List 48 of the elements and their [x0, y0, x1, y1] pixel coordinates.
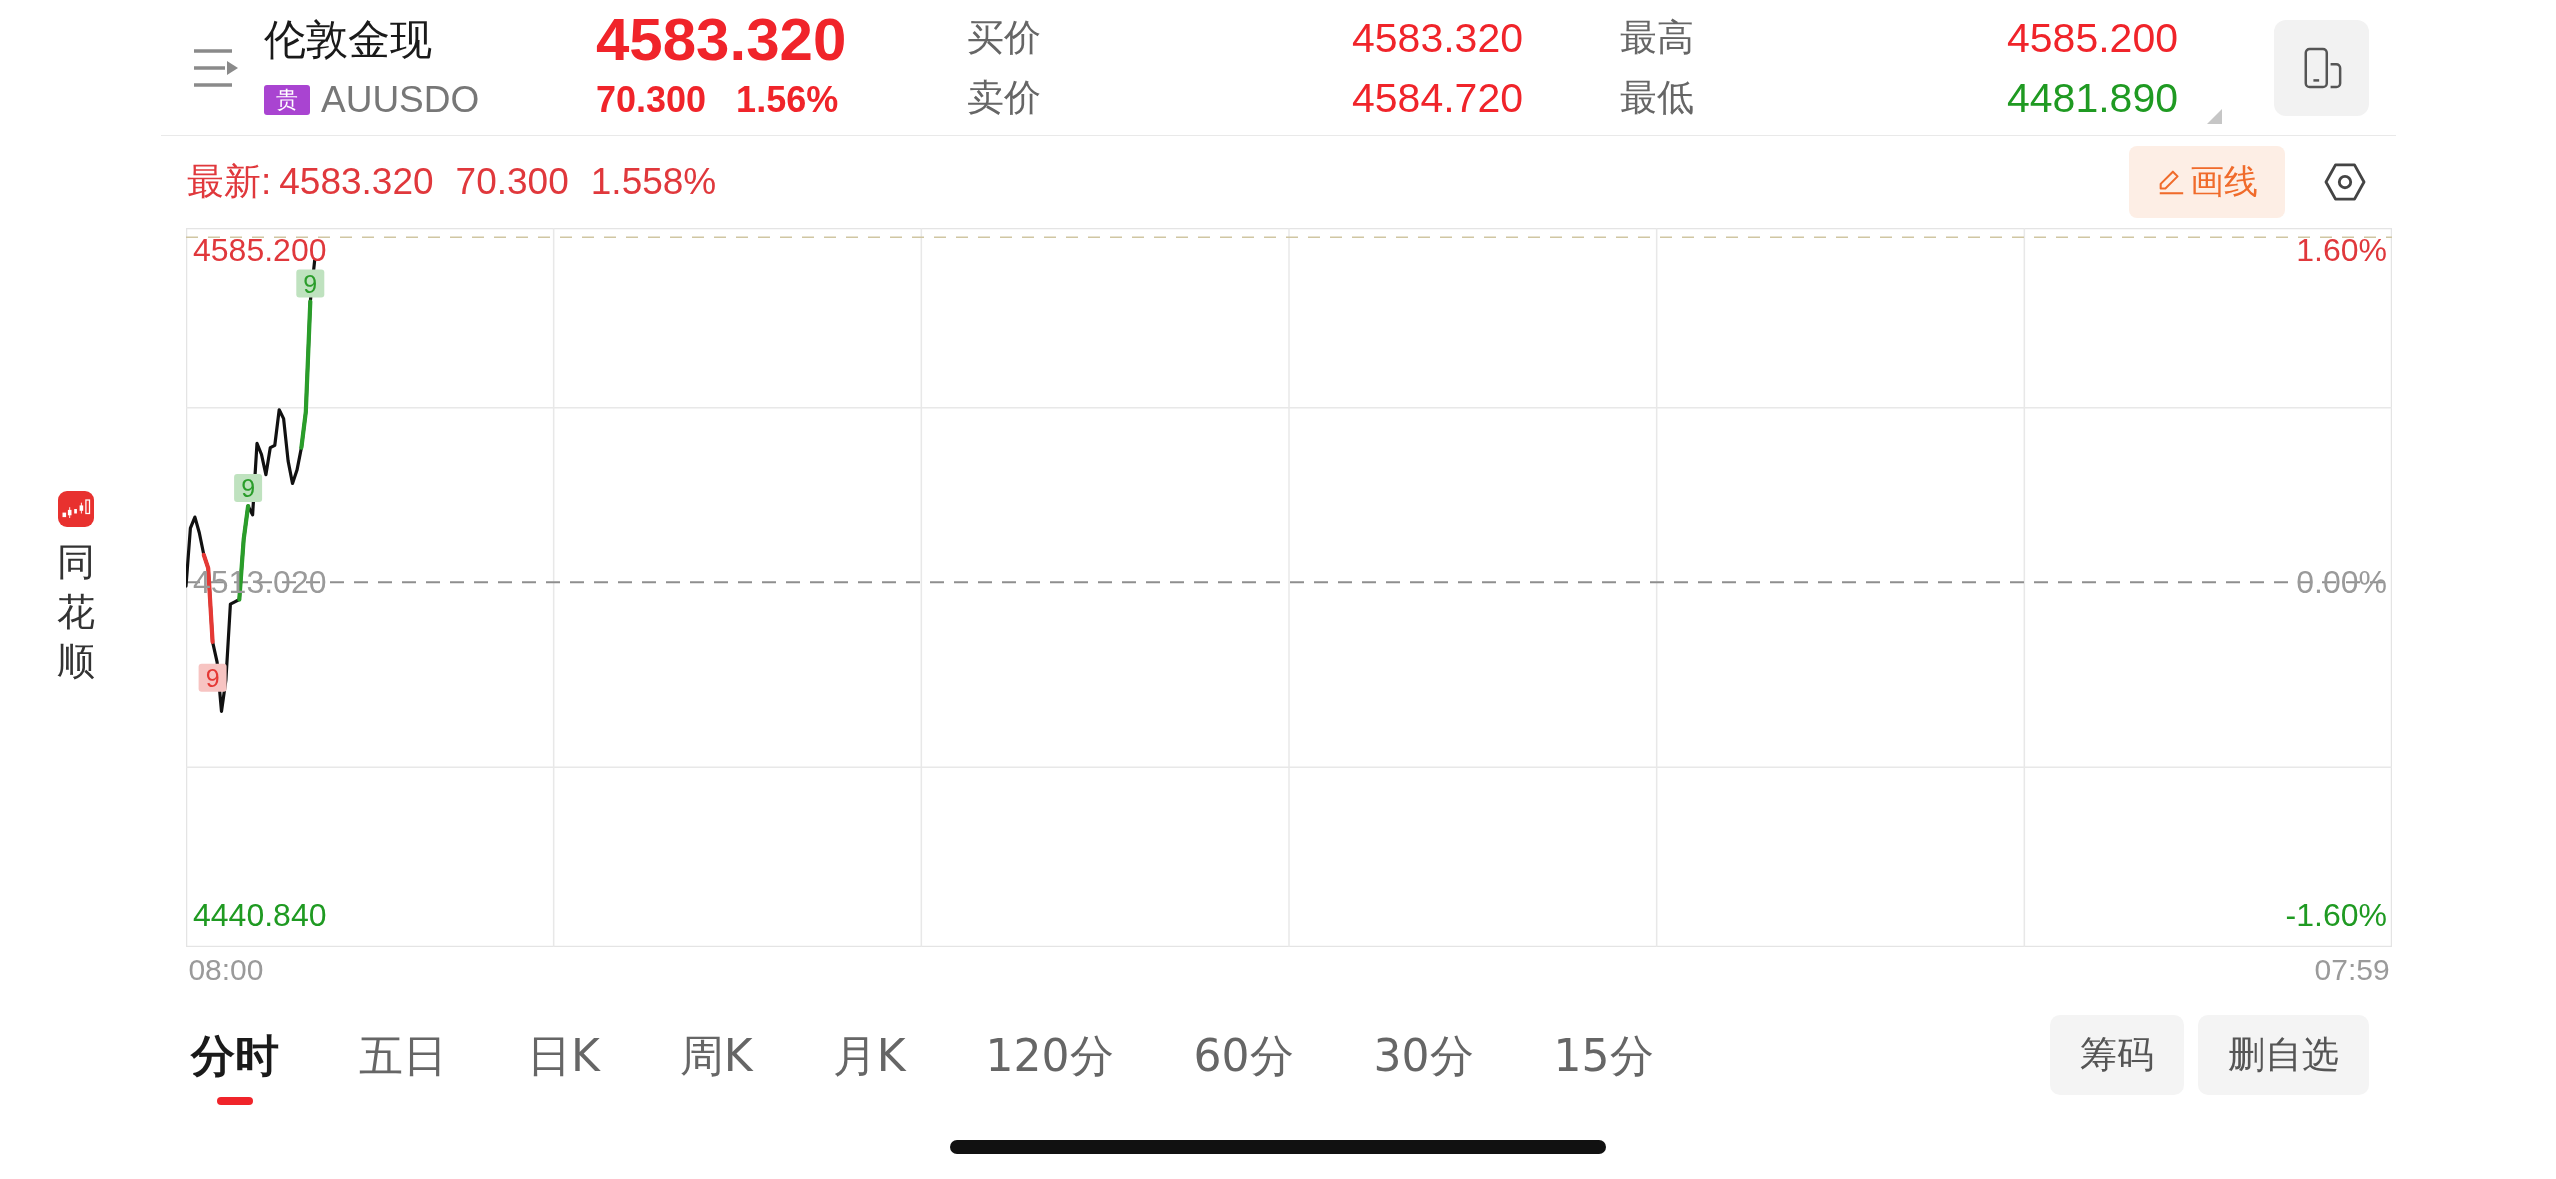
- instrument-name: 伦敦金现: [264, 15, 432, 65]
- annotation: 9: [303, 269, 318, 298]
- brand-name: 同花顺: [56, 540, 95, 685]
- rotate-screen-button[interactable]: [2274, 20, 2369, 116]
- time-axis-label: 08:00: [188, 953, 264, 987]
- latest-value: 1.558%: [590, 161, 717, 203]
- period-tab[interactable]: 15分: [1553, 1030, 1654, 1082]
- percent-axis-label: -1.60%: [2285, 896, 2387, 933]
- action-button[interactable]: 删自选: [2198, 1015, 2369, 1095]
- quote-label: 最高: [1620, 16, 1694, 60]
- signal-marker: 9: [198, 663, 227, 692]
- quote-value: 4583.320: [1352, 14, 1523, 62]
- quote-label: 卖价: [967, 76, 1041, 120]
- percent-axis-label: 1.60%: [2296, 232, 2387, 269]
- latest-value: 4583.320: [279, 161, 434, 203]
- action-button[interactable]: 筹码: [2050, 1015, 2184, 1095]
- price-axis-label: 4440.840: [193, 896, 327, 933]
- signal-marker: 9: [234, 474, 263, 502]
- instrument-code: AUUSDO: [321, 79, 480, 121]
- category-badge: 贵: [264, 85, 310, 115]
- quote-label: 最低: [1620, 76, 1694, 120]
- price-change: 70.300: [596, 79, 707, 121]
- tab-underline: [217, 1097, 253, 1105]
- signal-marker: 9: [296, 269, 325, 298]
- period-tab[interactable]: 日K: [527, 1030, 600, 1082]
- time-axis-label: 07:59: [2314, 953, 2390, 987]
- annotation: 9: [205, 663, 220, 692]
- period-tab[interactable]: 30分: [1373, 1030, 1474, 1082]
- period-tab[interactable]: 分时: [191, 1030, 279, 1105]
- settings-icon[interactable]: [2324, 163, 2366, 201]
- quote-value: 4584.720: [1352, 74, 1523, 122]
- period-tab[interactable]: 周K: [679, 1030, 753, 1082]
- menu-icon[interactable]: [192, 46, 240, 89]
- quote-value: 4481.890: [2007, 74, 2178, 122]
- period-tab[interactable]: 120分: [985, 1030, 1114, 1082]
- annotation: 9: [241, 474, 256, 502]
- quote-label: 买价: [967, 16, 1041, 60]
- last-price: 4583.320: [596, 10, 847, 70]
- period-tab[interactable]: 五日: [359, 1030, 447, 1082]
- chart-logo-icon: [57, 491, 94, 528]
- period-tab[interactable]: 60分: [1193, 1030, 1294, 1082]
- corner-triangle-icon: [2207, 109, 2222, 124]
- latest-value: 70.300: [455, 161, 569, 203]
- quote-value: 4585.200: [2007, 14, 2178, 62]
- period-tab[interactable]: 月K: [832, 1030, 906, 1082]
- price-axis-label: 4585.200: [193, 232, 327, 269]
- latest-label: 最新:: [187, 160, 272, 204]
- percent-change: 1.56%: [736, 79, 839, 121]
